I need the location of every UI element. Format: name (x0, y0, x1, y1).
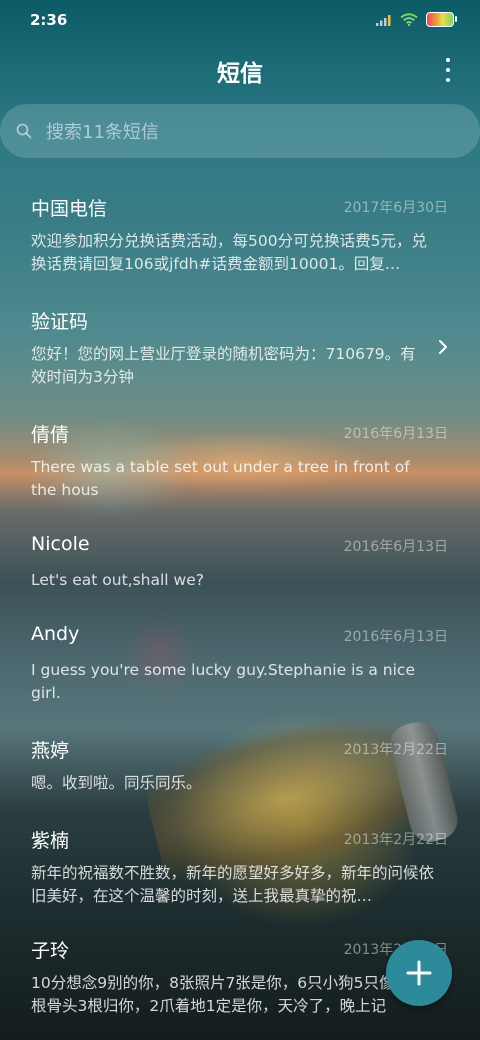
signal-icon (376, 14, 391, 26)
title-bar: 短信 (0, 44, 480, 96)
chevron-right-icon (439, 340, 447, 354)
message-sender: 中国电信 (31, 198, 108, 220)
message-preview: 欢迎参加积分兑换话费活动，每500分可兑换话费5元，兑换话费请回复106或jfd… (31, 232, 427, 273)
message-preview: I guess you're some lucky guy.Stephanie … (31, 661, 415, 702)
message-sender: Andy (31, 623, 80, 645)
message-date: 2016年6月13日 (343, 426, 448, 442)
search-placeholder: 搜索11条短信 (46, 122, 159, 143)
message-date: 2013年2月22日 (343, 832, 448, 848)
search-icon (16, 123, 32, 139)
status-time: 2:36 (30, 11, 68, 29)
message-date: 2016年6月13日 (343, 539, 448, 555)
message-sender: 倩倩 (31, 424, 70, 446)
more-vertical-icon-dot (446, 68, 450, 72)
message-sender: 子玲 (31, 940, 70, 962)
message-date: 2013年2月22日 (343, 742, 448, 758)
status-icons (376, 12, 457, 27)
message-preview: 10分想念9别的你，8张照片7张是你，6只小狗5只像你，4根骨头3根归你，2爪着… (31, 974, 436, 1015)
message-preview: 您好！您的网上营业厅登录的随机密码为：710679。有效时间为3分钟 (31, 345, 416, 386)
search-input[interactable]: 搜索11条短信 (0, 104, 480, 158)
battery-icon (426, 12, 457, 27)
status-bar: 2:36 (0, 0, 480, 44)
message-preview: There was a table set out under a tree i… (31, 458, 410, 499)
message-preview: Let's eat out,shall we? (31, 571, 204, 589)
page-title: 短信 (217, 61, 263, 87)
message-item[interactable]: 紫楠 2013年2月22日 新年的祝福数不胜数，新年的愿望好多好多，新年的问候依旧… (0, 826, 480, 926)
message-sender: 验证码 (31, 311, 89, 333)
message-item[interactable]: 倩倩 2016年6月13日 There was a table set out u… (0, 420, 480, 520)
message-preview: 新年的祝福数不胜数，新年的愿望好多好多，新年的问候依旧美好，在这个温馨的时刻，送… (31, 864, 435, 905)
message-preview: 嗯。收到啦。同乐同乐。 (31, 774, 202, 792)
message-date: 2017年6月30日 (343, 200, 448, 216)
wifi-icon (400, 13, 418, 26)
message-sender: Nicole (31, 533, 90, 555)
new-message-button[interactable] (386, 940, 452, 1006)
screen: 2:36 短信 搜索11条短信 中国电信 2017年6月30日 欢迎参加积分兑换… (0, 0, 480, 1040)
plus-icon (406, 960, 432, 986)
message-sender: 紫楠 (31, 830, 70, 852)
message-item[interactable]: Nicole 2016年6月13日 Let's eat out,shall we? (0, 533, 480, 613)
message-item[interactable]: 验证码 您好！您的网上营业厅登录的随机密码为：710679。有效时间为3分钟 (0, 307, 480, 407)
message-sender: 燕婷 (31, 740, 70, 762)
more-options-button[interactable] (440, 56, 456, 84)
message-date: 2016年6月13日 (343, 629, 448, 645)
more-vertical-icon-dot (446, 78, 450, 82)
message-item[interactable]: 燕婷 2013年2月22日 嗯。收到啦。同乐同乐。 (0, 736, 480, 816)
message-item[interactable]: 中国电信 2017年6月30日 欢迎参加积分兑换话费活动，每500分可兑换话费5元… (0, 194, 480, 294)
more-vertical-icon-dot (446, 58, 450, 62)
message-item[interactable]: Andy 2016年6月13日 I guess you're some lucky… (0, 623, 480, 723)
